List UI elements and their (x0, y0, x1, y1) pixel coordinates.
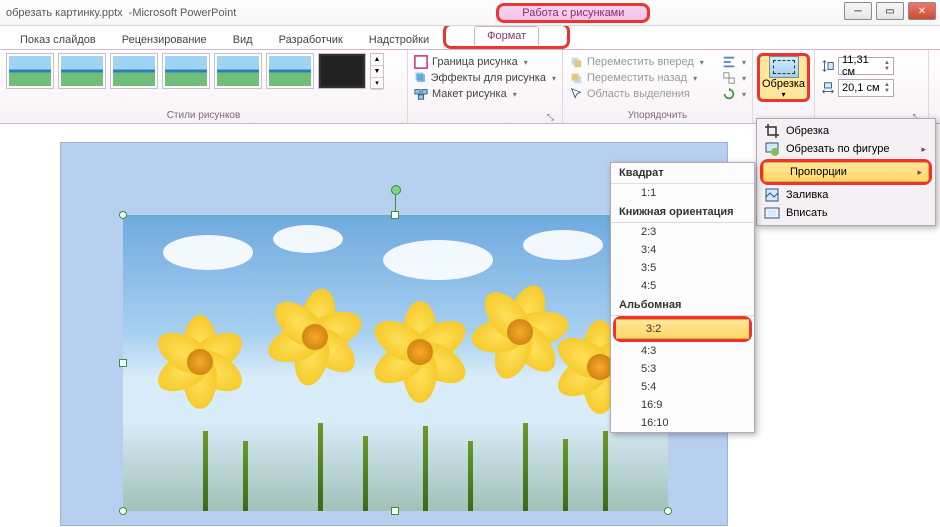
group-label-styles: Стили рисунков (6, 110, 401, 123)
minimize-button[interactable]: ─ (844, 2, 872, 20)
resize-handle[interactable] (664, 507, 672, 515)
crop-icon (764, 123, 780, 139)
rotate-handle[interactable] (391, 185, 401, 195)
align-icon[interactable] (722, 55, 736, 69)
height-row: 11,31 см▲▼ (821, 57, 922, 75)
aspect-ratio-submenu: Квадрат 1:1 Книжная ориентация 2:3 3:4 3… (610, 162, 755, 433)
selected-picture[interactable] (123, 215, 668, 511)
aspect-option[interactable]: 4:3 (611, 342, 754, 360)
shape-crop-icon (764, 141, 780, 157)
aspect-section-landscape: Альбомная (611, 295, 754, 316)
fit-icon (764, 205, 780, 221)
crop-menu-fit[interactable]: Вписать (760, 204, 932, 222)
resize-handle[interactable] (119, 211, 127, 219)
crop-menu-crop[interactable]: Обрезка (760, 122, 932, 140)
window-controls: ─ ▭ ✕ (844, 2, 936, 20)
group-picture-format: Граница рисунка▾ Эффекты для рисунка▾ Ма… (408, 50, 563, 123)
style-thumb[interactable] (318, 53, 366, 89)
group-size: 11,31 см▲▼ 20,1 см▲▼ ⤡ (815, 50, 929, 123)
forward-icon (569, 55, 583, 69)
rotate-icon[interactable] (722, 87, 736, 101)
resize-handle[interactable] (119, 507, 127, 515)
ribbon-tabs: Показ слайдов Рецензирование Вид Разрабо… (0, 26, 940, 50)
aspect-option[interactable]: 4:5 (611, 277, 754, 295)
tab-addins[interactable]: Надстройки (357, 31, 441, 49)
group-icon[interactable] (722, 71, 736, 85)
styles-dialog-launcher[interactable]: ⤡ (414, 112, 556, 123)
layout-icon (414, 87, 428, 101)
picture-styles-gallery[interactable]: ▲▼▾ (6, 53, 401, 89)
send-backward-button[interactable]: Переместить назад▾ ▾ (569, 71, 746, 85)
style-thumb[interactable] (58, 53, 106, 89)
crop-dropdown-menu: Обрезка Обрезать по фигуре Пропорции Зал… (756, 118, 936, 226)
aspect-option[interactable]: 3:4 (611, 241, 754, 259)
style-thumb[interactable] (110, 53, 158, 89)
aspect-section-square: Квадрат (611, 163, 754, 184)
aspect-option[interactable]: 3:5 (611, 259, 754, 277)
height-icon (821, 59, 835, 73)
maximize-button[interactable]: ▭ (876, 2, 904, 20)
width-icon (821, 81, 835, 95)
crop-menu-shape[interactable]: Обрезать по фигуре (760, 140, 932, 158)
resize-handle[interactable] (391, 211, 399, 219)
aspect-option[interactable]: 2:3 (611, 223, 754, 241)
gallery-scroll[interactable]: ▲▼▾ (370, 53, 384, 89)
ribbon: ▲▼▾ Стили рисунков Граница рисунка▾ Эффе… (0, 50, 940, 124)
close-button[interactable]: ✕ (908, 2, 936, 20)
style-thumb[interactable] (6, 53, 54, 89)
tab-format[interactable]: Формат (474, 26, 539, 46)
contextual-group-label: Работа с рисунками (502, 7, 644, 19)
tab-slideshow[interactable]: Показ слайдов (8, 31, 108, 49)
style-thumb[interactable] (214, 53, 262, 89)
picture-border-button[interactable]: Граница рисунка▾ (414, 55, 556, 69)
effects-icon (414, 71, 427, 85)
picture-effects-button[interactable]: Эффекты для рисунка▾ (414, 71, 556, 85)
width-row: 20,1 см▲▼ (821, 79, 922, 97)
aspect-option[interactable]: 16:9 (611, 396, 754, 414)
tab-developer[interactable]: Разработчик (267, 31, 355, 49)
style-thumb[interactable] (162, 53, 210, 89)
aspect-ratio-highlight: Пропорции (760, 159, 932, 185)
crop-menu-fill[interactable]: Заливка (760, 186, 932, 204)
tab-review[interactable]: Рецензирование (110, 31, 219, 49)
resize-handle[interactable] (391, 507, 399, 515)
border-icon (414, 55, 428, 69)
aspect-option[interactable]: 16:10 (611, 414, 754, 432)
aspect-option[interactable]: 1:1 (611, 184, 754, 202)
style-thumb[interactable] (266, 53, 314, 89)
selection-icon (569, 87, 583, 101)
crop-icon[interactable] (769, 56, 799, 78)
crop-button-highlight: Обрезка ▾ (757, 53, 810, 102)
group-crop: Обрезка ▾ (753, 50, 815, 123)
height-input[interactable]: 11,31 см▲▼ (838, 57, 894, 75)
resize-handle[interactable] (119, 359, 127, 367)
aspect-3-2-highlight: 3:2 (613, 316, 752, 342)
bring-forward-button[interactable]: Переместить вперед▾ ▾ (569, 55, 746, 69)
aspect-option[interactable]: 5:3 (611, 360, 754, 378)
group-arrange: Переместить вперед▾ ▾ Переместить назад▾… (563, 50, 753, 123)
crop-button-label[interactable]: Обрезка (762, 78, 805, 90)
doc-title: обрезать картинку.pptx (0, 7, 123, 19)
contextual-tab-highlight: Формат (443, 23, 570, 49)
contextual-tab-group: Работа с рисунками (496, 3, 650, 23)
aspect-section-portrait: Книжная ориентация (611, 202, 754, 223)
app-name: Microsoft PowerPoint (132, 7, 236, 19)
backward-icon (569, 71, 583, 85)
tab-view[interactable]: Вид (221, 31, 265, 49)
title-sep: - (123, 7, 133, 19)
picture-layout-button[interactable]: Макет рисунка▾ (414, 87, 556, 101)
group-picture-styles: ▲▼▾ Стили рисунков (0, 50, 408, 123)
group-label-arrange: Упорядочить (569, 110, 746, 123)
width-input[interactable]: 20,1 см▲▼ (838, 79, 894, 97)
aspect-option-selected[interactable]: 3:2 (616, 319, 749, 339)
fill-icon (764, 187, 780, 203)
selection-pane-button[interactable]: Область выделения ▾ (569, 87, 746, 101)
aspect-option[interactable]: 5:4 (611, 378, 754, 396)
titlebar: обрезать картинку.pptx - Microsoft Power… (0, 0, 940, 26)
crop-menu-aspect[interactable]: Пропорции (763, 162, 929, 182)
